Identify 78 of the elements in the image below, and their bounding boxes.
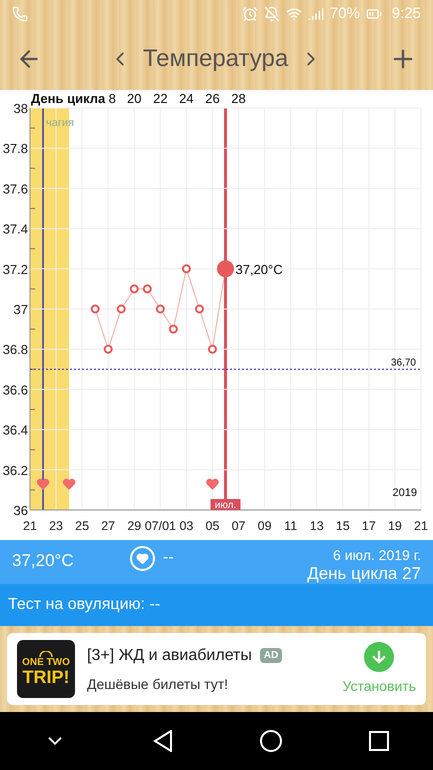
screen-title: Температура: [142, 44, 288, 74]
phone-icon: [12, 6, 28, 22]
logo-bottom-text: TRIP!: [22, 668, 70, 687]
logo-top-text: ONE TWO: [22, 657, 70, 668]
cycle-day-tick: 28: [231, 91, 246, 106]
temperature-point: [104, 344, 113, 354]
download-icon: [370, 648, 388, 666]
x-tick-label: 21: [23, 519, 37, 533]
clock: 9:25: [392, 4, 421, 24]
temperature-point: [130, 284, 139, 294]
month-label: июл.: [210, 499, 240, 511]
y-tick-label: 36.2: [2, 462, 28, 478]
cover-line-label: 36,70: [390, 357, 416, 368]
y-tick-label: 36: [14, 503, 28, 518]
ad-badge: AD: [260, 648, 282, 663]
home-icon[interactable]: [260, 730, 282, 752]
temperature-point: [182, 264, 191, 274]
x-tick-label: 27: [101, 519, 116, 533]
battery-percent: 70%: [330, 4, 360, 24]
cycle-day-tick: 8: [108, 91, 116, 106]
date-text: 6 июл. 2019 г.: [333, 546, 421, 564]
y-tick-label: 37.8: [2, 141, 28, 156]
cycle-day-axis-title: День цикла: [31, 91, 106, 106]
x-tick-label: 07: [232, 519, 246, 533]
x-tick-label: 13: [310, 519, 324, 533]
cycle-day-tick: 22: [153, 91, 168, 106]
cycle-day-text: День цикла 27: [307, 564, 421, 584]
alarm-icon: [242, 6, 258, 22]
x-tick-label: 17: [362, 519, 376, 533]
x-tick-label: 07/01: [144, 519, 176, 533]
y-tick-label: 36.4: [2, 422, 28, 438]
year-label: 2019: [392, 487, 417, 499]
temperature-point: [116, 304, 126, 314]
heart-icon: [62, 478, 76, 490]
temperature-point: [142, 284, 152, 294]
y-tick-label: 37: [14, 302, 28, 317]
y-tick-label: 37.6: [2, 181, 28, 196]
temperature-point: [90, 304, 100, 314]
y-tick-label: 36.8: [2, 342, 28, 358]
sex-value: --: [163, 548, 174, 568]
ovulation-test-text: Тест на овуляцию: --: [8, 595, 160, 615]
x-tick-label: 23: [49, 519, 64, 533]
x-tick-label: 09: [258, 519, 272, 533]
back-icon[interactable]: [152, 730, 173, 752]
y-tick-label: 36.6: [2, 382, 28, 398]
temperature-point: [156, 304, 165, 314]
ad-subtitle: Дешёвые билеты тут!: [87, 674, 230, 694]
signal-icon: [308, 6, 324, 22]
temperature-point: [168, 324, 178, 334]
temperature-point: [208, 344, 217, 354]
x-tick-label: 11: [284, 519, 298, 533]
y-tick-label: 38: [14, 101, 28, 116]
wifi-icon: [286, 6, 302, 22]
ovulation-test-bar[interactable]: Тест на овуляцию: --: [0, 584, 433, 626]
recents-icon[interactable]: [369, 731, 390, 751]
y-tick-label: 37.4: [2, 222, 28, 237]
x-tick-label: 29: [127, 519, 142, 533]
mute-icon: [264, 6, 280, 22]
ad-title: [3+] ЖД и авиабилеты: [87, 646, 252, 666]
temperature-point: [194, 304, 204, 314]
ad-card[interactable]: ONE TWO TRIP! [3+] ЖД и авиабилеты AD Дешёвые билеты тут! Установить: [7, 633, 426, 705]
arc-icon: [39, 651, 53, 657]
selected-value-label: 37,20°C: [236, 262, 283, 277]
cycle-day-tick: 20: [127, 91, 142, 106]
y-tick-label: 37.2: [2, 262, 28, 277]
heart-icon: [206, 478, 219, 490]
temperature-value: 37,20°C: [12, 550, 75, 572]
x-tick-label: 21: [414, 519, 428, 533]
install-button[interactable]: Установить: [342, 642, 416, 696]
cycle-day-tick: 26: [205, 91, 220, 106]
cycle-day-tick: 24: [179, 91, 194, 106]
selected-point: [217, 260, 234, 278]
x-tick-label: 05: [206, 519, 220, 533]
x-tick-label: 15: [336, 519, 350, 533]
x-tick-label: 03: [179, 519, 194, 533]
x-tick-label: 19: [388, 519, 402, 533]
x-tick-label: 25: [75, 519, 90, 533]
heart-icon: [36, 478, 50, 490]
